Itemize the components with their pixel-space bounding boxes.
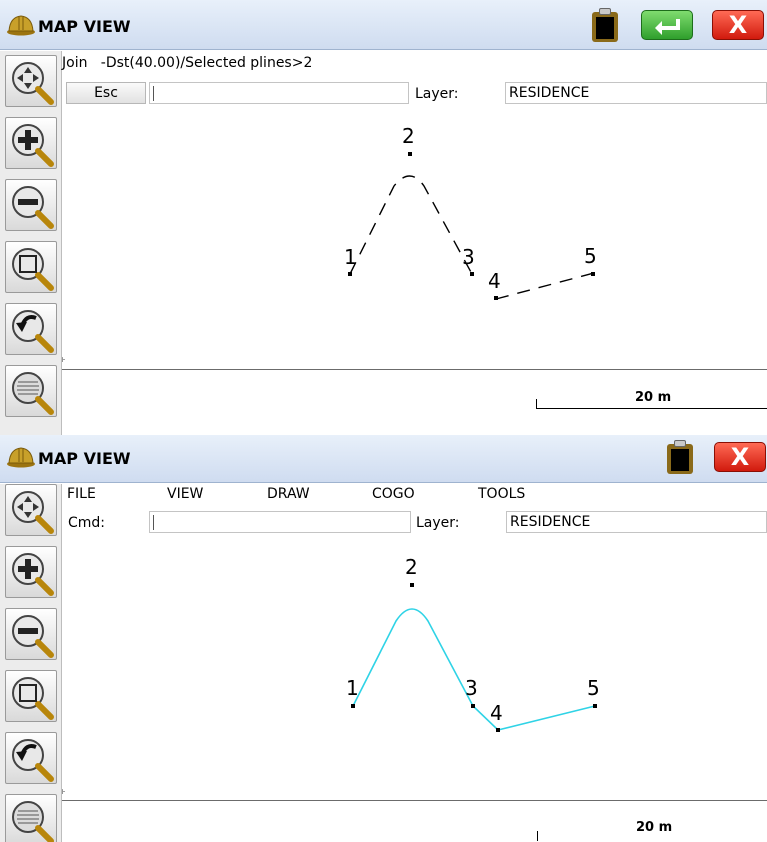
bottom-map-view-panel: MAP VIEW X FILE VIEW DRAW COGO TOOLS Cmd…: [0, 435, 767, 842]
point-label-2: 2: [405, 555, 418, 579]
zoom-in-icon: [12, 124, 54, 167]
map-canvas[interactable]: 1 2 3 4 5: [64, 535, 767, 797]
zoom-extents-button[interactable]: [5, 365, 57, 417]
enter-arrow-icon: [655, 19, 680, 35]
polyline-selected[interactable]: [349, 175, 595, 300]
zoom-window-button[interactable]: [5, 241, 57, 293]
menu-tools[interactable]: TOOLS: [478, 486, 525, 502]
menu-view[interactable]: VIEW: [167, 486, 203, 502]
origin-marker: ⊦: [62, 788, 66, 796]
point-marker-4[interactable]: [494, 296, 498, 300]
menu-cogo[interactable]: COGO: [372, 486, 415, 502]
pan-icon: [12, 491, 54, 534]
point-marker-5[interactable]: [593, 704, 597, 708]
title-bar: MAP VIEW X: [0, 435, 767, 483]
point-label-4: 4: [488, 269, 501, 293]
enter-button[interactable]: [641, 10, 693, 40]
zoom-extents-button[interactable]: [5, 794, 57, 842]
zoom-out-button[interactable]: [5, 608, 57, 660]
zoom-window-icon: [12, 248, 54, 291]
origin-marker: ⊦: [62, 356, 66, 364]
layer-field[interactable]: RESIDENCE: [505, 82, 767, 104]
polyline-selected[interactable]: [352, 608, 596, 731]
zoom-previous-icon: [12, 310, 54, 353]
close-button[interactable]: X: [714, 442, 766, 472]
layer-field[interactable]: RESIDENCE: [506, 511, 767, 533]
point-marker-1[interactable]: [348, 272, 352, 276]
point-label-4: 4: [490, 701, 503, 725]
point-marker-2[interactable]: [410, 583, 414, 587]
point-label-5: 5: [584, 244, 597, 268]
point-label-5: 5: [587, 676, 600, 700]
clipboard-button[interactable]: [590, 8, 620, 42]
zoom-out-icon: [12, 615, 54, 658]
point-marker-1[interactable]: [351, 704, 355, 708]
menu-file[interactable]: FILE: [67, 486, 96, 502]
point-marker-3[interactable]: [470, 272, 474, 276]
zoom-extents-icon: [12, 801, 54, 842]
command-prompt: Join -Dst(40.00)/Selected plines>2: [62, 55, 313, 71]
zoom-in-icon: [12, 553, 54, 596]
status-divider: [62, 369, 767, 370]
point-marker-4[interactable]: [496, 728, 500, 732]
layer-label: Layer:: [416, 515, 460, 531]
point-label-3: 3: [465, 676, 478, 700]
zoom-previous-button[interactable]: [5, 732, 57, 784]
zoom-out-button[interactable]: [5, 179, 57, 231]
esc-button[interactable]: Esc: [66, 82, 146, 104]
point-marker-3[interactable]: [471, 704, 475, 708]
scale-label: 20 m: [636, 820, 673, 835]
window-title: MAP VIEW: [38, 17, 131, 36]
close-button[interactable]: X: [712, 10, 764, 40]
clipboard-button[interactable]: [665, 440, 695, 474]
layer-label: Layer:: [415, 86, 459, 102]
zoom-in-button[interactable]: [5, 117, 57, 169]
close-icon: X: [730, 443, 750, 471]
zoom-previous-icon: [12, 739, 54, 782]
point-marker-5[interactable]: [591, 272, 595, 276]
command-input[interactable]: [149, 511, 411, 533]
pan-button[interactable]: [5, 484, 57, 536]
close-icon: X: [728, 11, 748, 39]
point-marker-2[interactable]: [408, 152, 412, 156]
point-label-1: 1: [346, 676, 359, 700]
scale-label: 20 m: [635, 390, 672, 405]
menu-draw[interactable]: DRAW: [267, 486, 310, 502]
point-label-3: 3: [462, 245, 475, 269]
zoom-extents-icon: [12, 372, 54, 415]
zoom-window-button[interactable]: [5, 670, 57, 722]
point-label-2: 2: [402, 124, 415, 148]
status-divider: [62, 800, 767, 801]
map-canvas[interactable]: 1 2 3 4 5: [64, 106, 767, 368]
zoom-previous-button[interactable]: [5, 303, 57, 355]
title-bar: MAP VIEW X: [0, 0, 767, 50]
window-title: MAP VIEW: [38, 449, 131, 468]
pan-button[interactable]: [5, 55, 57, 107]
left-toolbar: [0, 51, 62, 435]
point-label-1: 1: [344, 245, 357, 269]
zoom-window-icon: [12, 677, 54, 720]
pan-icon: [12, 62, 54, 105]
zoom-out-icon: [12, 186, 54, 229]
zoom-in-button[interactable]: [5, 546, 57, 598]
command-input[interactable]: [149, 82, 409, 104]
hard-hat-icon: [7, 447, 35, 468]
top-map-view-panel: MAP VIEW X Join -Dst(40.00)/Selected pli…: [0, 0, 767, 435]
hard-hat-icon: [7, 15, 35, 36]
left-toolbar: [0, 484, 62, 842]
cmd-label: Cmd:: [68, 515, 106, 531]
